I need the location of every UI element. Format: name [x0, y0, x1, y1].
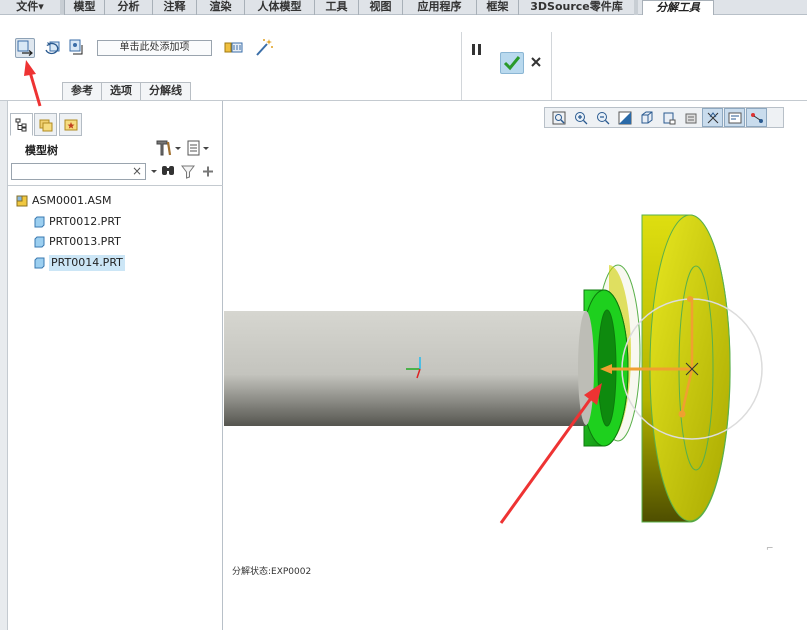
annotation-display-button[interactable] — [724, 108, 745, 127]
menu-tab-bar: 文件▾ 模型 分析 注释 渲染 人体模型 工具 视图 应用程序 框架 3DSou… — [0, 0, 807, 16]
corner-mark: ⌐ — [766, 544, 774, 554]
ribbon-divider — [461, 32, 462, 100]
search-input[interactable]: × — [11, 163, 146, 180]
graphics-toolbar — [544, 107, 784, 128]
favorites-icon — [64, 119, 77, 130]
view-plane-button[interactable] — [66, 37, 86, 57]
folder-icon — [39, 119, 52, 131]
tab-model[interactable]: 模型 — [64, 0, 104, 15]
ribbon-divider — [551, 32, 552, 100]
cube-icon — [641, 111, 652, 123]
tab-annotate[interactable]: 注释 — [152, 0, 196, 15]
left-frame-border — [0, 101, 8, 630]
model-viewport[interactable]: ⌐ — [224, 101, 807, 630]
toggle-status-icon — [224, 42, 243, 53]
toggle-status-button[interactable] — [224, 38, 244, 58]
model-tree-panel: 模型树 × ASM0001.ASM PRT0012.PRT PRT0013.PR… — [8, 101, 223, 630]
tab-folder-browser[interactable] — [34, 113, 57, 136]
subtab-explode-lines[interactable]: 分解线 — [140, 82, 191, 100]
tab-file[interactable]: 文件▾ — [0, 0, 60, 15]
perspective-button[interactable] — [702, 108, 723, 127]
tree-item-prt0012[interactable]: PRT0012.PRT — [33, 214, 121, 230]
zoom-in-button[interactable] — [570, 108, 591, 127]
view-manager-icon — [685, 113, 696, 123]
part-icon — [34, 216, 45, 228]
cancel-button[interactable] — [528, 54, 544, 72]
datum-display-icon — [707, 111, 718, 123]
spin-center-icon — [750, 112, 763, 123]
find-icon[interactable] — [162, 166, 174, 175]
part-icon — [34, 257, 45, 269]
pause-icon — [471, 43, 475, 55]
close-icon — [531, 57, 541, 67]
model-tree-title: 模型树 — [25, 144, 58, 157]
tree-item-label: PRT0013.PRT — [49, 235, 121, 248]
part-icon — [34, 236, 45, 248]
show-icon[interactable] — [187, 140, 200, 156]
pause-icon-bar — [477, 43, 481, 55]
subtab-options[interactable]: 选项 — [101, 82, 141, 100]
tab-render[interactable]: 渲染 — [196, 0, 244, 15]
rotate-icon — [45, 41, 60, 55]
tab-analysis[interactable]: 分析 — [104, 0, 152, 15]
explode-line-button[interactable] — [254, 37, 274, 57]
tab-manikin[interactable]: 人体模型 — [244, 0, 314, 15]
assembly-icon — [16, 195, 28, 207]
annotation-arrow — [24, 60, 42, 107]
confirm-button[interactable] — [500, 52, 524, 74]
tree-item-label: ASM0001.ASM — [32, 194, 112, 207]
chevron-down-icon[interactable] — [175, 147, 181, 150]
tree-item-prt0014[interactable]: PRT0014.PRT — [33, 255, 125, 271]
ribbon: 单击此处添加项 参考 选项 分解线 — [0, 15, 807, 101]
refit-icon — [552, 111, 565, 124]
saved-views-icon — [663, 112, 675, 124]
saved-orientations-button[interactable] — [658, 108, 679, 127]
panel-divider — [8, 185, 223, 186]
view-manager-button[interactable] — [680, 108, 701, 127]
tree-item-label: PRT0012.PRT — [49, 215, 121, 228]
ribbon-subtab-bar: 参考 选项 分解线 — [62, 82, 191, 100]
tab-favorites[interactable] — [59, 113, 82, 136]
reference-collector[interactable]: 单击此处添加项 — [97, 40, 212, 56]
graphics-window[interactable]: ⌐ 分解状态:EXP0002 — [224, 101, 807, 630]
tab-3dsource-parts[interactable]: 3DSource零件库 — [518, 0, 638, 15]
checkmark-icon — [503, 56, 521, 71]
clear-search-icon[interactable]: × — [132, 164, 142, 179]
pause-button[interactable] — [468, 41, 484, 57]
search-toolbar — [149, 163, 221, 180]
display-style-button[interactable] — [636, 108, 657, 127]
model-tree-toolbar — [155, 139, 219, 157]
tree-item-label: PRT0014.PRT — [49, 255, 125, 271]
settings-icon[interactable] — [156, 140, 172, 156]
tab-tools[interactable]: 工具 — [314, 0, 358, 15]
magic-wand-icon — [256, 39, 273, 56]
annotation-display-icon — [728, 112, 741, 123]
translate-motion-button[interactable] — [15, 38, 35, 58]
filter-icon[interactable] — [181, 165, 195, 179]
rotate-motion-button[interactable] — [43, 38, 63, 58]
view-plane-icon — [69, 39, 83, 55]
tab-model-tree[interactable] — [10, 113, 33, 136]
tree-item-prt0013[interactable]: PRT0013.PRT — [33, 234, 121, 250]
repaint-icon — [618, 111, 631, 124]
tab-framework[interactable]: 框架 — [476, 0, 518, 15]
refit-button[interactable] — [548, 108, 569, 127]
explode-state-label: 分解状态:EXP0002 — [232, 567, 312, 577]
tab-view[interactable]: 视图 — [358, 0, 402, 15]
subtab-references[interactable]: 参考 — [62, 82, 102, 100]
tree-item-asm0001[interactable]: ASM0001.ASM — [16, 193, 112, 209]
translate-icon — [17, 40, 33, 56]
tab-applications[interactable]: 应用程序 — [402, 0, 476, 15]
zoom-in-icon — [574, 111, 587, 124]
chevron-down-icon[interactable] — [203, 147, 209, 150]
tree-icon — [15, 118, 26, 131]
chevron-down-icon[interactable] — [151, 170, 157, 173]
zoom-out-button[interactable] — [592, 108, 613, 127]
tab-explode-tool[interactable]: 分解工具 — [642, 0, 714, 16]
zoom-out-icon — [596, 111, 609, 124]
spin-center-button[interactable] — [746, 108, 767, 127]
repaint-button[interactable] — [614, 108, 635, 127]
add-icon[interactable] — [203, 166, 213, 177]
